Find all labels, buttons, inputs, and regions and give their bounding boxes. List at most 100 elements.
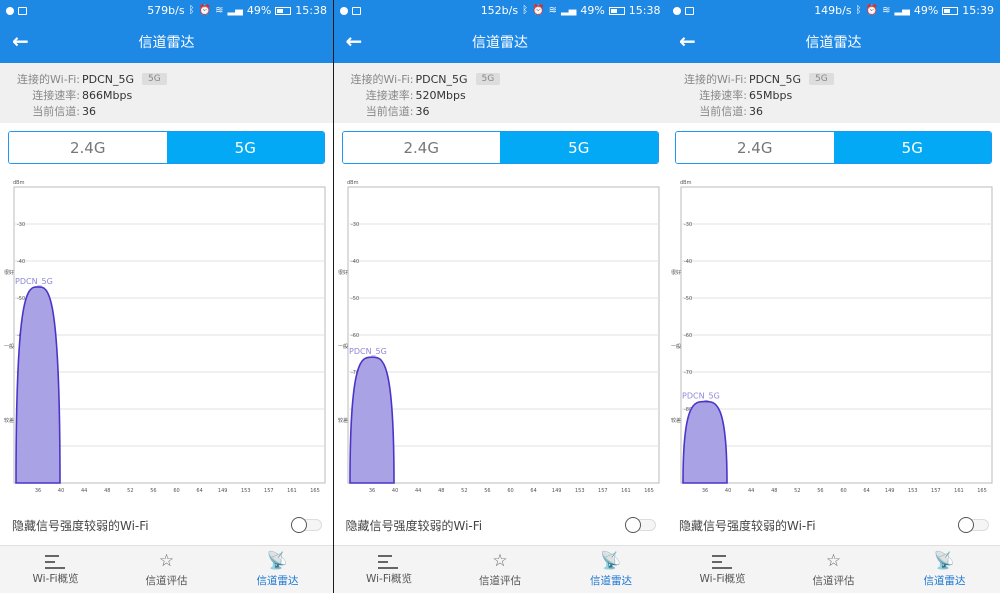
star-icon: ☆ [158, 551, 175, 571]
channel-label: 当前信道: [365, 105, 414, 118]
link-speed-value: 520Mbps [415, 88, 466, 102]
segment-5g[interactable]: 5G [833, 132, 991, 163]
app-bar: ← 信道雷达 [333, 21, 667, 63]
x-tick-label: 149 [885, 488, 895, 494]
bottom-tab-bar: Wi-Fi概览 ☆ 信道评估 📡 信道雷达 [667, 545, 1000, 593]
tab-wifi-overview[interactable]: Wi-Fi概览 [667, 546, 778, 593]
x-tick-label: 52 [461, 488, 467, 494]
tab-channel-evaluation[interactable]: ☆ 信道评估 [778, 546, 889, 593]
x-tick-label: 149 [551, 488, 561, 494]
signal-icon: ▂▄ [560, 5, 577, 16]
tab-channel-radar[interactable]: 📡 信道雷达 [556, 546, 667, 593]
y-quality-label: 很好 [4, 269, 14, 276]
x-tick-label: 40 [725, 488, 731, 494]
ssid-value: PDCN_5G [415, 72, 468, 86]
app-bar: ← 信道雷达 [0, 21, 333, 63]
x-tick-label: 64 [530, 488, 536, 494]
y-quality-label: 较差 [338, 417, 348, 424]
notification-icon [6, 6, 14, 15]
hide-weak-row: 隐藏信号强度较弱的Wi-Fi [346, 516, 656, 534]
connection-info: 连接的Wi-Fi: PDCN_5G 5G 连接速率: 866Mbps 当前信道: 36 [0, 63, 333, 123]
network-label: PDCN_5G [682, 392, 720, 401]
speed-label: 连接速率: [32, 89, 80, 102]
alarm-icon: ⏰ [532, 5, 545, 16]
channel-value: 36 [415, 104, 430, 118]
x-tick-label: 153 [908, 488, 918, 494]
signal-curve [348, 356, 395, 484]
segment-2-4g[interactable]: 2.4G [676, 132, 834, 163]
battery-percent: 49% [246, 4, 272, 17]
wifi-overview-icon [44, 553, 67, 569]
segment-2-4g[interactable]: 2.4G [9, 132, 167, 163]
x-tick-label: 153 [574, 488, 584, 494]
y-tick-label: -40 [684, 259, 692, 265]
y-quality-label: 较差 [671, 417, 681, 424]
x-tick-label: 48 [104, 488, 110, 494]
phone-screen-2: 152b/s ᛒ ⏰ ≋ ▂▄ 49% 15:38 ← 信道雷达 连接的Wi-F… [333, 0, 667, 593]
y-quality-label: 一般 [338, 343, 348, 350]
page-title: 信道雷达 [472, 35, 528, 51]
arrow-left-icon[interactable]: ← [12, 31, 29, 51]
segment-5g[interactable]: 5G [500, 132, 658, 163]
x-tick-label: 56 [150, 488, 156, 494]
x-tick-label: 60 [507, 488, 513, 494]
battery-icon [942, 6, 959, 15]
x-tick-label: 40 [58, 488, 64, 494]
wifi-label: 连接的Wi-Fi: [684, 73, 747, 86]
bluetooth-icon: ᛒ [188, 5, 195, 16]
x-tick-label: 64 [196, 488, 202, 494]
y-tick-label: -70 [684, 370, 692, 376]
x-tick-label: 149 [218, 488, 228, 494]
image-icon [18, 6, 27, 15]
x-tick-label: 36 [35, 488, 41, 494]
x-tick-label: 161 [954, 488, 964, 494]
tab-label: 信道雷达 [923, 575, 966, 587]
channel-label: 当前信道: [699, 105, 747, 118]
y-quality-label: 一般 [4, 343, 14, 350]
tab-wifi-overview[interactable]: Wi-Fi概览 [0, 546, 111, 593]
hide-weak-toggle[interactable] [624, 517, 656, 533]
channel-value: 36 [82, 104, 96, 118]
segment-2-4g[interactable]: 2.4G [342, 132, 500, 163]
connection-info: 连接的Wi-Fi: PDCN_5G 5G 连接速率: 520Mbps 当前信道: 36 [333, 63, 667, 123]
wifi-icon: ≋ [548, 5, 557, 16]
channel-chart-svg: dBm-30-40-50-60-70-80-90很好一般较差3640444852… [4, 180, 326, 494]
x-tick-label: 157 [264, 488, 274, 494]
y-tick-label: -30 [684, 222, 692, 228]
tab-channel-radar[interactable]: 📡 信道雷达 [889, 546, 1000, 593]
wifi-label: 连接的Wi-Fi: [350, 73, 414, 86]
image-icon [351, 6, 361, 15]
battery-icon [608, 6, 625, 15]
band-tag: 5G [142, 73, 167, 85]
x-tick-label: 161 [621, 488, 631, 494]
hide-weak-row: 隐藏信号强度较弱的Wi-Fi [679, 516, 989, 534]
x-tick-label: 56 [817, 488, 823, 494]
x-tick-label: 165 [310, 488, 320, 494]
x-tick-label: 60 [173, 488, 179, 494]
x-tick-label: 48 [438, 488, 444, 494]
clock: 15:38 [295, 4, 327, 17]
phone-screen-3: 149b/s ᛒ ⏰ ≋ ▂▄ 49% 15:39 ← 信道雷达 连接的Wi-F… [667, 0, 1000, 593]
tab-channel-evaluation[interactable]: ☆ 信道评估 [111, 546, 222, 593]
hide-weak-toggle[interactable] [958, 517, 989, 533]
y-tick-label: -50 [684, 296, 692, 302]
bluetooth-icon: ᛒ [522, 5, 529, 16]
hide-weak-toggle[interactable] [291, 517, 322, 533]
signal-icon: ▂▄ [894, 5, 910, 16]
image-icon [685, 6, 694, 15]
connection-info: 连接的Wi-Fi: PDCN_5G 5G 连接速率: 65Mbps 当前信道: 36 [667, 63, 1000, 123]
arrow-left-icon[interactable]: ← [679, 31, 696, 51]
arrow-left-icon[interactable]: ← [346, 31, 363, 51]
toggle-knob [624, 517, 641, 533]
network-rate: 579b/s [147, 4, 185, 17]
tab-wifi-overview[interactable]: Wi-Fi概览 [334, 546, 445, 593]
page-title: 信道雷达 [805, 35, 862, 51]
signal-curve [682, 400, 728, 484]
tab-channel-evaluation[interactable]: ☆ 信道评估 [445, 546, 556, 593]
y-quality-label: 较差 [4, 417, 14, 424]
segment-5g[interactable]: 5G [166, 132, 324, 163]
radar-dish-icon: 📡 [600, 551, 622, 571]
tab-channel-radar[interactable]: 📡 信道雷达 [222, 546, 333, 593]
x-tick-label: 40 [391, 488, 397, 494]
page-title: 信道雷达 [138, 35, 195, 51]
